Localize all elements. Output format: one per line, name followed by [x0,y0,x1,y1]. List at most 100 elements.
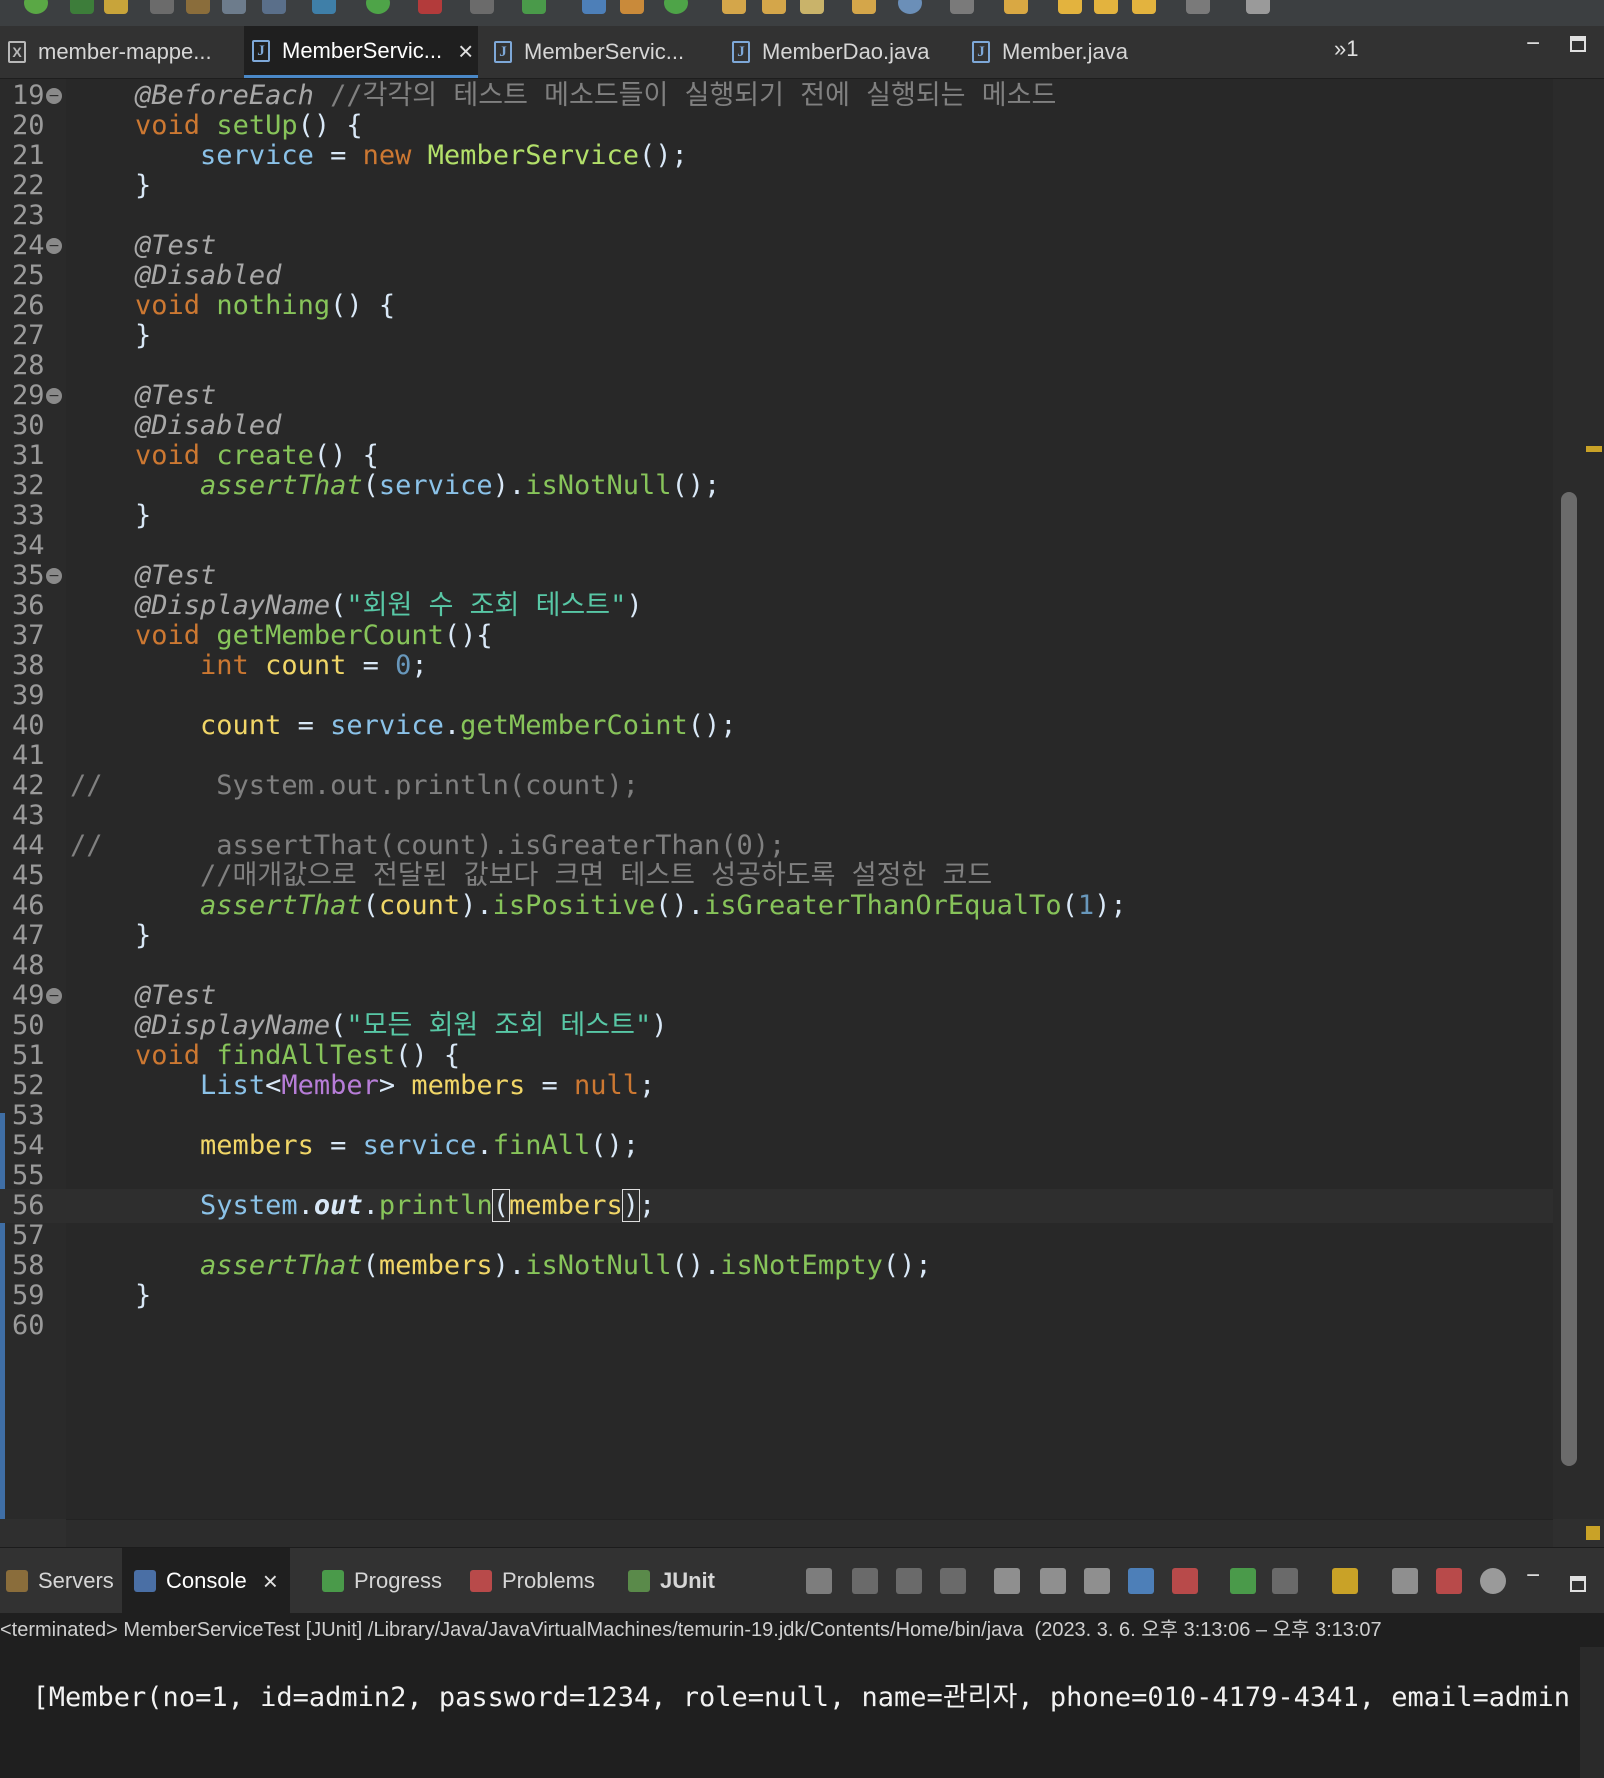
debug-icon[interactable] [70,0,94,14]
tab-problems[interactable]: Problems [470,1548,595,1614]
folder-icon[interactable] [722,0,746,14]
scroll-lock-icon[interactable] [1040,1568,1066,1594]
code-editor[interactable]: 19− @BeforeEach //각각의 테스트 메소드들이 실행되기 전에 … [0,79,1553,1519]
code-line[interactable]: 37 void getMemberCount(){ [0,619,1553,653]
tool-icon[interactable] [262,0,286,14]
code-line[interactable]: 33 } [0,499,1553,533]
tab-progress[interactable]: Progress [322,1548,442,1614]
run-icon[interactable] [24,0,48,14]
tool-icon[interactable] [620,0,644,14]
tab-servers[interactable]: Servers [6,1548,114,1614]
warning-summary-icon[interactable] [1586,1526,1600,1540]
tool-icon[interactable] [664,0,688,14]
code-line[interactable]: 45 //매개값으로 전달된 값보다 크면 테스트 성공하도록 설정한 코드 [0,859,1553,893]
minimize-icon[interactable]: − [1526,30,1540,58]
back-arrow-icon[interactable] [1058,0,1082,14]
tool-icon[interactable] [418,0,442,14]
folder-icon[interactable] [852,0,876,14]
maximize-icon[interactable] [1570,1576,1586,1592]
code-line[interactable]: 24− @Test [0,229,1553,263]
run-icon[interactable] [366,0,390,14]
code-line[interactable]: 54 members = service.finAll(); [0,1129,1553,1163]
tab-member-mapper[interactable]: X member-mappe... [0,26,236,78]
code-line[interactable]: 48 [0,949,1553,983]
new-console-icon[interactable] [1332,1568,1358,1594]
pin-console-icon[interactable] [1230,1568,1256,1594]
code-line[interactable]: 25 @Disabled [0,259,1553,293]
code-line[interactable]: 21 service = new MemberService(); [0,139,1553,173]
code-line[interactable]: 35− @Test [0,559,1553,593]
back-arrow-icon[interactable] [1132,0,1156,14]
code-line[interactable]: 32 assertThat(service).isNotNull(); [0,469,1553,503]
tool-icon[interactable] [470,0,494,14]
code-line[interactable]: 39 [0,679,1553,713]
code-line[interactable]: 31 void create() { [0,439,1553,473]
warning-marker[interactable] [1586,446,1602,452]
tab-member[interactable]: J Member.java [964,26,1164,78]
tab-overflow-button[interactable]: »1 [1334,36,1358,62]
close-icon[interactable]: × [263,1568,278,1594]
code-line[interactable]: 56 System.out.println(members); [0,1189,1553,1223]
tool-icon[interactable] [186,0,210,14]
gear-icon[interactable] [1480,1568,1506,1594]
code-line[interactable]: 26 void nothing() { [0,289,1553,323]
stop-icon[interactable] [852,1568,878,1594]
code-line[interactable]: 46 assertThat(count).isPositive().isGrea… [0,889,1553,923]
folder-icon[interactable] [762,0,786,14]
console-output[interactable]: [Member(no=1, id=admin2, password=1234, … [0,1647,1604,1778]
fold-toggle-icon[interactable]: − [46,568,62,584]
code-line[interactable]: 20 void setUp() { [0,109,1553,143]
code-line[interactable]: 40 count = service.getMemberCoint(); [0,709,1553,743]
code-line[interactable]: 53 [0,1099,1553,1133]
tab-member-dao[interactable]: J MemberDao.java [724,26,956,78]
code-line[interactable]: 47 } [0,919,1553,953]
clear-console-icon[interactable] [994,1568,1020,1594]
tab-member-service-test[interactable]: J MemberServic... × [244,26,478,78]
code-line[interactable]: 36 @DisplayName("회원 수 조회 테스트") [0,589,1553,623]
tool-icon[interactable] [312,0,336,14]
ansi-icon[interactable] [1436,1568,1462,1594]
tab-member-service[interactable]: J MemberServic... [486,26,714,78]
fold-toggle-icon[interactable]: − [46,238,62,254]
code-line[interactable]: 49− @Test [0,979,1553,1013]
code-line[interactable]: 50 @DisplayName("모든 회원 조회 테스트") [0,1009,1553,1043]
fold-toggle-icon[interactable]: − [46,88,62,104]
forward-arrow-icon[interactable] [1094,0,1118,14]
show-on-output-icon[interactable] [1128,1568,1154,1594]
tab-junit[interactable]: JUnit [628,1548,715,1614]
fold-toggle-icon[interactable]: − [46,388,62,404]
minimize-icon[interactable]: − [1526,1562,1540,1590]
maximize-icon[interactable] [1570,36,1586,52]
tool-icon[interactable] [1246,0,1270,14]
tool-icon[interactable] [950,0,974,14]
show-on-error-icon[interactable] [1172,1568,1198,1594]
code-line[interactable]: 52 List<Member> members = null; [0,1069,1553,1103]
remove-all-icon[interactable] [940,1568,966,1594]
code-line[interactable]: 23 [0,199,1553,233]
tool-icon[interactable] [806,1568,832,1594]
code-line[interactable]: 42 // System.out.println(count); [0,769,1553,803]
code-line[interactable]: 29− @Test [0,379,1553,413]
code-line[interactable]: 59 } [0,1279,1553,1313]
code-line[interactable]: 44 // assertThat(count).isGreaterThan(0); [0,829,1553,863]
tool-icon[interactable] [150,0,174,14]
console-vertical-scrollbar[interactable] [1580,1647,1604,1778]
code-line[interactable]: 55 [0,1159,1553,1193]
tool-icon[interactable] [582,0,606,14]
forward-arrow-icon[interactable] [1186,0,1210,14]
tab-console[interactable]: Console × [122,1548,290,1614]
horizontal-scrollbar[interactable] [66,1519,1553,1548]
tool-icon[interactable] [1004,0,1028,14]
tool-icon[interactable] [800,0,824,14]
code-line[interactable]: 41 [0,739,1553,773]
code-line[interactable]: 58 assertThat(members).isNotNull().isNot… [0,1249,1553,1283]
code-line[interactable]: 22 } [0,169,1553,203]
remove-icon[interactable] [896,1568,922,1594]
code-line[interactable]: 38 int count = 0; [0,649,1553,683]
code-line[interactable]: 28 [0,349,1553,383]
code-line[interactable]: 30 @Disabled [0,409,1553,443]
code-line[interactable]: 43 [0,799,1553,833]
fold-toggle-icon[interactable]: − [46,988,62,1004]
code-line[interactable]: 19− @BeforeEach //각각의 테스트 메소드들이 실행되기 전에 … [0,79,1553,113]
word-wrap-icon[interactable] [1084,1568,1110,1594]
